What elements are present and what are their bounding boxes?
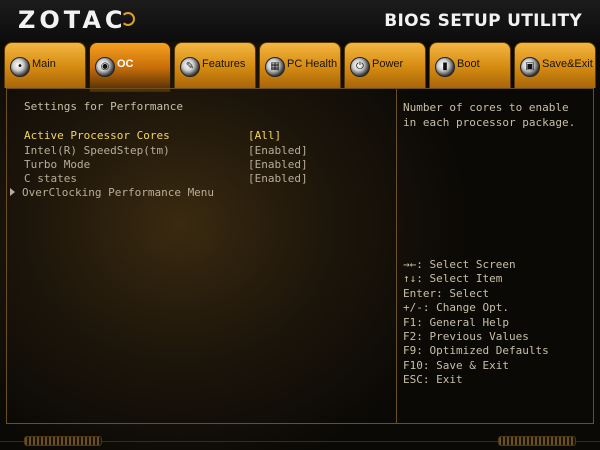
submenu-overclocking[interactable]: OverClocking Performance Menu: [10, 186, 214, 199]
key-hint: F9: Optimized Defaults: [403, 344, 549, 358]
setting-c-states[interactable]: C states [Enabled]: [24, 172, 394, 186]
submenu-arrow-icon: [10, 188, 15, 196]
oc-icon: ◉: [95, 57, 115, 77]
header-bar: ZOTAC BIOS SETUP UTILITY: [0, 0, 600, 42]
tab-save-exit[interactable]: ▣ Save&Exit: [514, 42, 596, 88]
setting-active-processor-cores[interactable]: Active Processor Cores [All]: [24, 129, 394, 143]
tab-label: Boot: [457, 58, 480, 70]
footer-stripe-right: [498, 436, 576, 446]
setting-value[interactable]: [Enabled]: [248, 158, 308, 171]
setting-name: Intel(R) SpeedStep(tm): [24, 143, 170, 157]
key-hint: →←: Select Screen: [403, 258, 516, 271]
submenu-label: OverClocking Performance Menu: [22, 186, 215, 199]
setting-name: Turbo Mode: [24, 158, 91, 171]
boot-icon: ▮: [435, 57, 455, 77]
tab-bar: • Main ◉ OC ✎ Features ▦ PC Health ⏻ Pow…: [4, 42, 596, 92]
features-icon: ✎: [180, 57, 200, 77]
setting-name: C states: [24, 172, 77, 185]
logo-mark-icon: [121, 12, 135, 26]
help-description: Number of cores to enable in each proces…: [403, 101, 576, 129]
power-icon: ⏻: [350, 57, 370, 77]
key-hint: F1: General Help: [403, 315, 509, 329]
main-icon: •: [10, 57, 30, 77]
utility-title: BIOS SETUP UTILITY: [384, 11, 582, 31]
tab-label: Save&Exit: [542, 58, 593, 70]
setting-value[interactable]: [Enabled]: [248, 172, 308, 185]
tab-label: Power: [372, 58, 404, 70]
tab-power[interactable]: ⏻ Power: [344, 42, 426, 88]
zotac-logo: ZOTAC: [18, 6, 127, 34]
key-hint: ESC: Exit: [403, 373, 463, 387]
setting-name: Active Processor Cores: [24, 129, 170, 142]
key-hint: ↑↓: Select Item: [403, 272, 503, 286]
tab-main[interactable]: • Main: [4, 42, 86, 88]
section-title: Settings for Performance: [24, 100, 183, 113]
setting-value[interactable]: [All]: [248, 129, 281, 142]
tab-pc-health[interactable]: ▦ PC Health: [259, 42, 341, 88]
footer-stripe-left: [24, 436, 102, 446]
tab-label: PC Health: [287, 58, 338, 70]
tab-label: Features: [202, 58, 246, 70]
tab-features[interactable]: ✎ Features: [174, 42, 256, 88]
setting-intel-speedstep[interactable]: Intel(R) SpeedStep(tm) [Enabled]: [24, 144, 394, 158]
key-hint: F10: Save & Exit: [403, 358, 509, 372]
tab-label: Main: [32, 58, 56, 70]
tab-boot[interactable]: ▮ Boot: [429, 42, 511, 88]
key-hint: +/-: Change Opt.: [403, 301, 509, 315]
pc-health-icon: ▦: [265, 57, 285, 77]
key-hint: F2: Previous Values: [403, 329, 529, 343]
bios-screen: ZOTAC BIOS SETUP UTILITY • Main ◉ OC ✎ F…: [0, 0, 600, 450]
tab-oc[interactable]: ◉ OC: [89, 42, 171, 92]
setting-turbo-mode[interactable]: Turbo Mode [Enabled]: [24, 158, 394, 172]
key-legend: →←: Select Screen ↑↓: Select Item Enter:…: [403, 258, 588, 388]
setting-value[interactable]: [Enabled]: [248, 144, 308, 157]
save-exit-icon: ▣: [520, 57, 540, 77]
tab-label: OC: [117, 58, 134, 70]
key-hint: Enter: Select: [403, 286, 490, 300]
panel-divider: [396, 88, 397, 424]
